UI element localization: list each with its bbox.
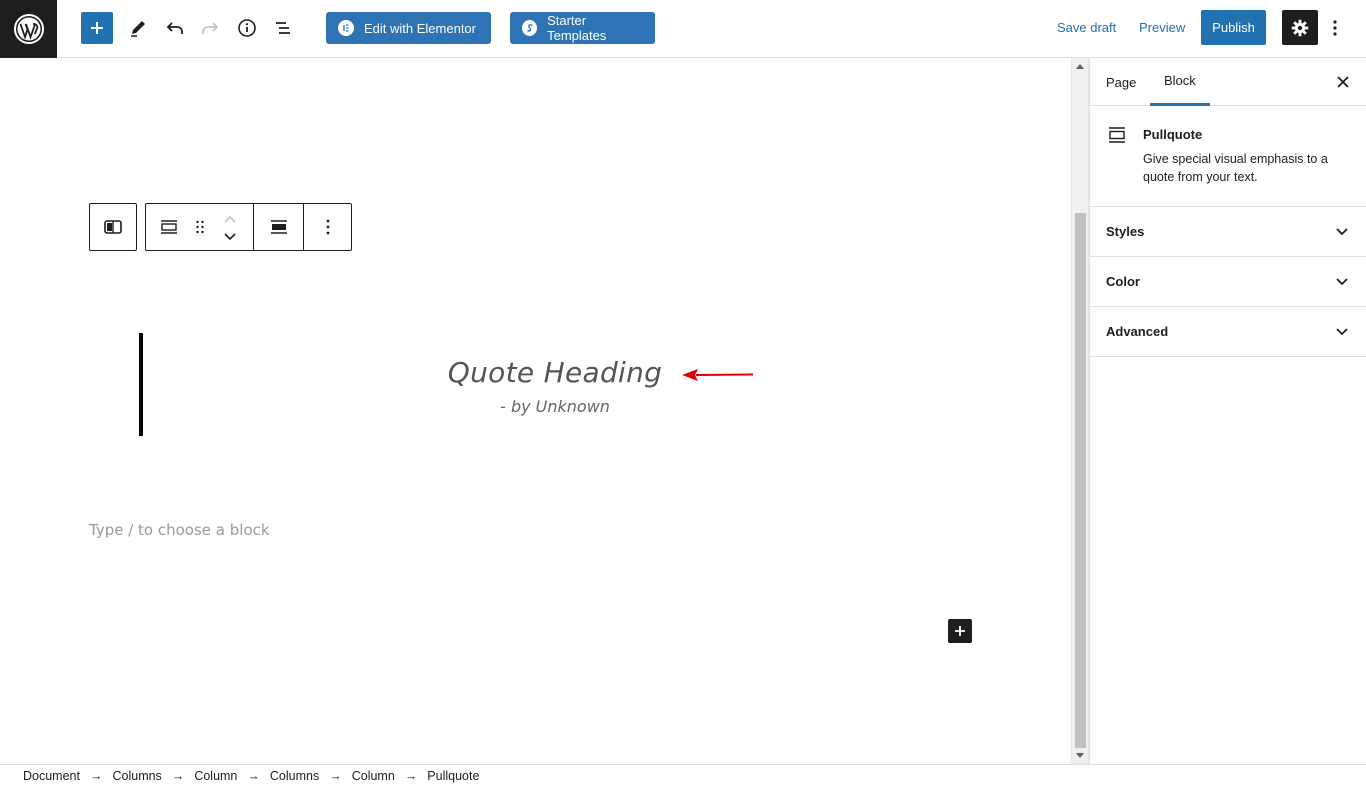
editor-header: Edit with Elementor Starter Templates Sa… bbox=[0, 0, 1366, 58]
pullquote-border bbox=[139, 333, 143, 436]
undo-icon bbox=[166, 22, 183, 34]
drag-handle[interactable] bbox=[190, 204, 210, 250]
pullquote-citation[interactable]: - by Unknown bbox=[340, 397, 770, 416]
plus-icon bbox=[91, 22, 103, 34]
drag-handle-icon bbox=[196, 220, 204, 234]
breadcrumb: Document → Columns → Column → Columns → … bbox=[0, 764, 1366, 786]
chevron-up-icon bbox=[224, 215, 236, 223]
pullquote-icon bbox=[1109, 127, 1125, 143]
breadcrumb-separator: → bbox=[404, 768, 418, 783]
align-button[interactable] bbox=[254, 204, 303, 250]
breadcrumb-separator: → bbox=[171, 768, 185, 783]
panel-color[interactable]: Color bbox=[1090, 257, 1366, 307]
elementor-icon bbox=[338, 20, 354, 36]
align-wide-icon bbox=[270, 220, 287, 234]
panel-color-label: Color bbox=[1106, 274, 1140, 289]
block-card-description: Give special visual emphasis to a quote … bbox=[1143, 152, 1328, 184]
block-type-button[interactable] bbox=[154, 204, 184, 250]
block-inserter-button[interactable] bbox=[948, 619, 972, 643]
settings-button[interactable] bbox=[1282, 10, 1318, 45]
pullquote-icon bbox=[161, 220, 177, 234]
columns-icon bbox=[104, 220, 122, 234]
more-vertical-icon bbox=[1333, 20, 1337, 36]
tab-page[interactable]: Page bbox=[1106, 58, 1136, 106]
add-block-button[interactable] bbox=[81, 12, 113, 44]
annotation-arrow-icon bbox=[682, 369, 754, 381]
preview-button[interactable]: Preview bbox=[1139, 20, 1185, 35]
starter-templates-label: Starter Templates bbox=[547, 13, 607, 43]
scroll-thumb[interactable] bbox=[1075, 213, 1086, 748]
publish-button[interactable]: Publish bbox=[1201, 10, 1266, 45]
edit-with-elementor-button[interactable]: Edit with Elementor bbox=[326, 12, 491, 44]
scroll-up-arrow-icon[interactable] bbox=[1076, 64, 1084, 69]
breadcrumb-separator: → bbox=[329, 768, 342, 783]
list-view-icon bbox=[276, 22, 290, 34]
select-parent-button[interactable] bbox=[89, 203, 137, 251]
starter-templates-icon bbox=[522, 20, 538, 36]
block-card-title: Pullquote bbox=[1143, 127, 1203, 142]
move-down-button[interactable] bbox=[218, 226, 242, 248]
gear-icon bbox=[1291, 19, 1309, 36]
chevron-down-icon bbox=[224, 233, 236, 241]
undo-button[interactable] bbox=[158, 11, 192, 45]
chevron-down-icon bbox=[1336, 328, 1348, 336]
settings-sidebar: Page Block Pullquote Give special visual… bbox=[1089, 58, 1366, 764]
scroll-down-arrow-icon[interactable] bbox=[1076, 753, 1084, 758]
chevron-down-icon bbox=[1336, 278, 1348, 286]
more-vertical-icon bbox=[326, 219, 329, 235]
block-toolbar bbox=[145, 203, 352, 251]
wordpress-logo-icon[interactable] bbox=[0, 0, 57, 58]
block-placeholder[interactable]: Type / to choose a block bbox=[89, 521, 270, 539]
editor-scrollbar[interactable] bbox=[1071, 58, 1089, 764]
panel-styles-label: Styles bbox=[1106, 224, 1145, 239]
elementor-label: Edit with Elementor bbox=[364, 20, 476, 36]
block-options-button[interactable] bbox=[304, 204, 351, 250]
close-icon bbox=[1337, 76, 1349, 88]
starter-templates-button[interactable]: Starter Templates bbox=[510, 12, 655, 44]
breadcrumb-column[interactable]: Column bbox=[194, 769, 237, 783]
panel-styles[interactable]: Styles bbox=[1090, 207, 1366, 257]
breadcrumb-columns[interactable]: Columns bbox=[270, 769, 319, 783]
breadcrumb-separator: → bbox=[247, 768, 260, 783]
pencil-icon bbox=[131, 21, 145, 37]
details-button[interactable] bbox=[230, 11, 264, 45]
panel-advanced[interactable]: Advanced bbox=[1090, 307, 1366, 357]
panel-advanced-label: Advanced bbox=[1106, 324, 1169, 339]
breadcrumb-pullquote: Pullquote bbox=[427, 768, 480, 783]
breadcrumb-columns[interactable]: Columns bbox=[112, 769, 161, 783]
options-button[interactable] bbox=[1325, 14, 1345, 42]
sidebar-tabs: Page Block bbox=[1090, 58, 1366, 106]
save-draft-button[interactable]: Save draft bbox=[1057, 20, 1116, 35]
plus-icon bbox=[955, 626, 965, 636]
info-icon bbox=[238, 19, 256, 37]
block-card: Pullquote Give special visual emphasis t… bbox=[1090, 106, 1366, 207]
breadcrumb-column[interactable]: Column bbox=[352, 769, 395, 783]
tab-block[interactable]: Block bbox=[1150, 58, 1210, 106]
close-sidebar-button[interactable] bbox=[1333, 72, 1353, 92]
redo-icon bbox=[202, 22, 219, 34]
list-view-button[interactable] bbox=[266, 11, 300, 45]
breadcrumb-document[interactable]: Document bbox=[23, 769, 80, 783]
redo-button[interactable] bbox=[193, 11, 227, 45]
chevron-down-icon bbox=[1336, 228, 1348, 236]
tools-button[interactable] bbox=[121, 11, 155, 45]
breadcrumb-separator: → bbox=[89, 768, 103, 783]
